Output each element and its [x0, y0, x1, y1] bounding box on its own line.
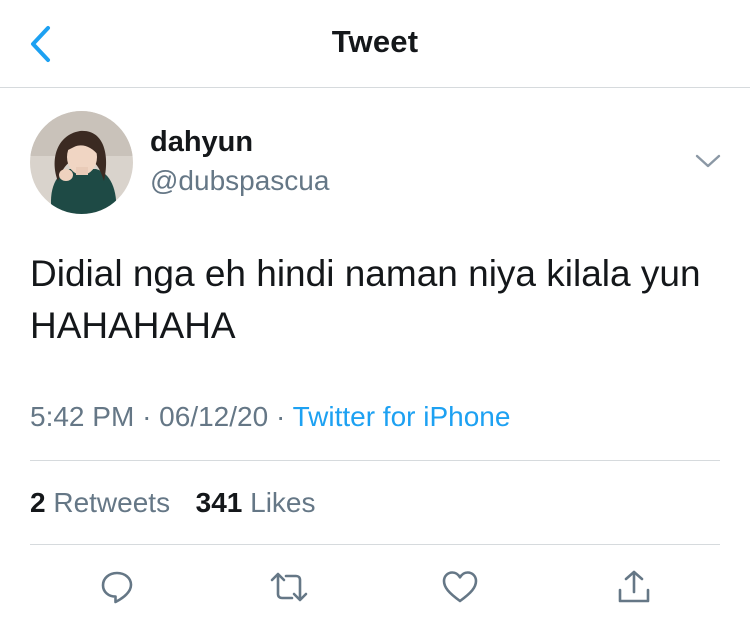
more-options-button[interactable]: [690, 146, 726, 176]
retweets-count: 2: [30, 487, 46, 518]
tweet-text: Didial nga eh hindi naman niya kilala yu…: [30, 253, 701, 346]
tweet-source-link[interactable]: Twitter for iPhone: [293, 401, 511, 432]
likes-label: Likes: [250, 487, 316, 518]
like-icon: [442, 571, 478, 603]
reply-button[interactable]: [95, 565, 139, 609]
tweet-meta: 5:42 PM · 06/12/20 · Twitter for iPhone: [30, 401, 510, 433]
divider: [30, 460, 720, 461]
chevron-down-icon: [695, 154, 721, 168]
meta-separator: ·: [142, 401, 160, 432]
likes-stat[interactable]: 341 Likes: [196, 487, 316, 518]
likes-count: 341: [195, 487, 243, 518]
nav-bar: Tweet: [0, 0, 750, 88]
retweet-icon: [270, 572, 308, 602]
retweets-stat[interactable]: 2 Retweets: [30, 487, 178, 518]
author-display-name[interactable]: dahyun: [150, 126, 253, 159]
tweet-time: 5:42 PM: [30, 401, 135, 432]
author-handle[interactable]: @dubspascua: [150, 165, 329, 197]
retweets-label: Retweets: [53, 487, 171, 518]
share-icon: [618, 570, 650, 603]
avatar[interactable]: [30, 111, 133, 214]
page-title: Tweet: [331, 24, 419, 59]
retweet-button[interactable]: [267, 565, 311, 609]
reply-icon: [101, 571, 133, 604]
like-button[interactable]: [438, 565, 482, 609]
divider: [30, 544, 720, 545]
tweet-stats: 2 Retweets 341 Likes: [30, 487, 316, 519]
tweet-date: 06/12/20: [159, 401, 269, 432]
avatar-image: [30, 111, 133, 214]
share-button[interactable]: [612, 565, 656, 609]
meta-separator: ·: [275, 401, 293, 432]
